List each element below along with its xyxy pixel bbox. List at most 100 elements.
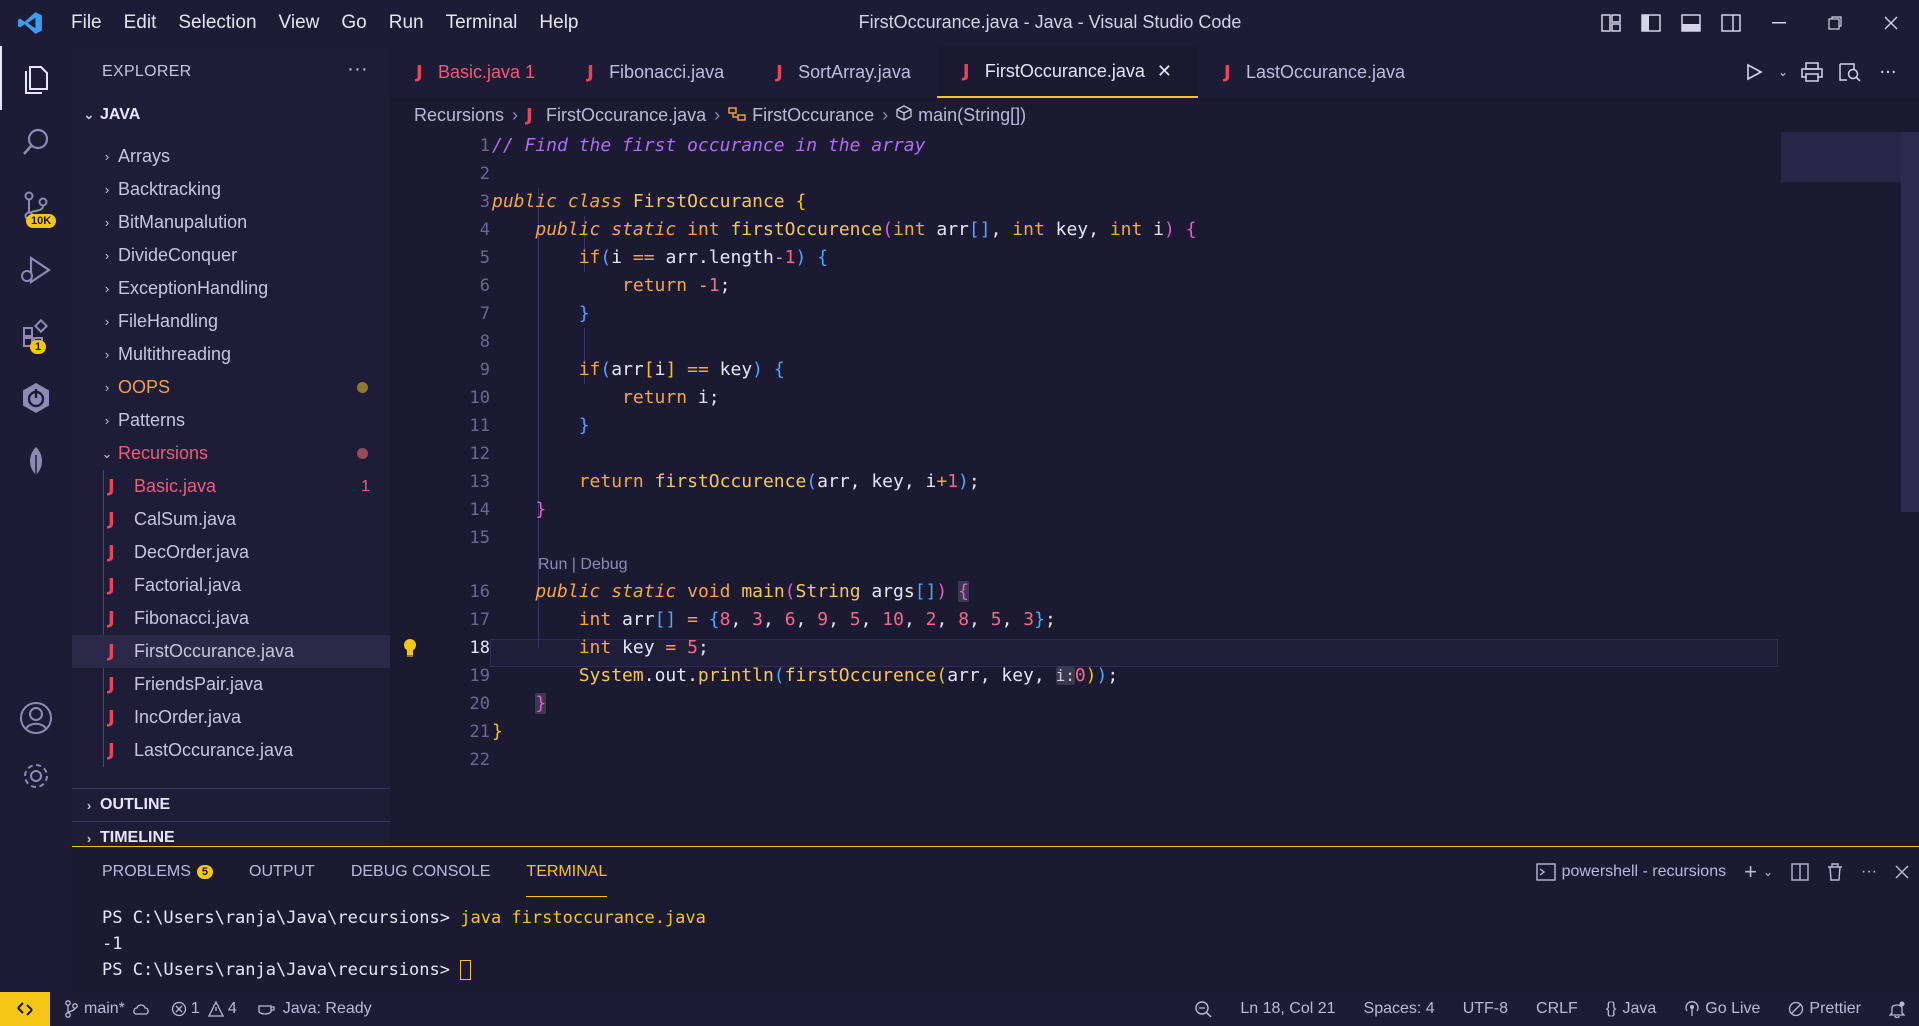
tab-fibonacci-java[interactable]: J Fibonacci.java (561, 46, 750, 98)
more-actions-icon[interactable]: ··· (347, 58, 368, 81)
file-decorder-java[interactable]: J DecOrder.java (72, 536, 390, 569)
terminal-line[interactable]: PS C:\Users\ranja\Java\recursions> (72, 957, 1919, 983)
file-factorial-java[interactable]: J Factorial.java (72, 569, 390, 602)
menu-terminal[interactable]: Terminal (435, 0, 529, 46)
more-editor-actions-icon[interactable]: ··· (1869, 62, 1907, 83)
file-calsum-java[interactable]: J CalSum.java (72, 503, 390, 536)
java-status[interactable]: Java: Ready (257, 1000, 372, 1018)
prettier-status[interactable]: Prettier (1788, 1000, 1861, 1018)
outline-section[interactable]: › OUTLINE (72, 788, 390, 821)
remote-indicator-icon[interactable] (0, 992, 50, 1026)
tab-firstoccurance-java[interactable]: J FirstOccurance.java ✕ (936, 46, 1198, 98)
class-symbol-icon (728, 105, 746, 126)
split-terminal-icon[interactable] (1791, 863, 1809, 881)
folder-patterns[interactable]: › Patterns (72, 404, 390, 437)
close-window-icon[interactable] (1863, 0, 1919, 46)
tab-terminal[interactable]: TERMINAL (526, 847, 608, 897)
encoding[interactable]: UTF-8 (1463, 1000, 1508, 1018)
menu-edit[interactable]: Edit (113, 0, 168, 46)
file-friendspair-java[interactable]: J FriendsPair.java (72, 668, 390, 701)
tab-output[interactable]: OUTPUT (249, 847, 315, 897)
line-ending[interactable]: CRLF (1536, 1000, 1578, 1018)
tab-label: Fibonacci.java (609, 61, 725, 82)
editor-scrollbar[interactable] (1901, 132, 1919, 512)
notifications-bell-icon[interactable] (1889, 1000, 1905, 1018)
folder-divideconquer[interactable]: › DivideConquer (72, 239, 390, 272)
folder-multithreading[interactable]: › Multithreading (72, 338, 390, 371)
breadcrumb-method[interactable]: main(String[]) (918, 105, 1026, 126)
toggle-secondary-sidebar-icon[interactable] (1711, 0, 1751, 46)
close-panel-icon[interactable] (1895, 865, 1909, 879)
menu-view[interactable]: View (268, 0, 331, 46)
branch-status[interactable]: main* (64, 1000, 151, 1018)
tab-debug-console[interactable]: DEBUG CONSOLE (351, 847, 491, 897)
minimap[interactable] (1781, 132, 1901, 182)
menu-help[interactable]: Help (528, 0, 589, 46)
run-debug-icon[interactable] (0, 238, 72, 302)
file-fibonacci-java[interactable]: J Fibonacci.java (72, 602, 390, 635)
language-mode[interactable]: {} Java (1606, 1000, 1656, 1018)
menu-go[interactable]: Go (330, 0, 377, 46)
file-label: FirstOccurance.java (134, 641, 295, 661)
menu-run[interactable]: Run (378, 0, 435, 46)
menu-selection[interactable]: Selection (167, 0, 267, 46)
menu-file[interactable]: File (60, 0, 113, 46)
zoom-icon[interactable] (1194, 1000, 1212, 1018)
workspace-section-java[interactable]: ⌄ JAVA (72, 98, 390, 132)
folder-recursions[interactable]: ⌄ Recursions (72, 437, 390, 470)
folder-oops[interactable]: › OOPS (72, 371, 390, 404)
customize-layout-icon[interactable] (1591, 0, 1631, 46)
go-live-button[interactable]: Go Live (1684, 1000, 1760, 1018)
close-tab-icon[interactable]: ✕ (1157, 61, 1172, 82)
java-file-icon: J (108, 707, 115, 728)
terminal-name: powershell - recursions (1561, 863, 1727, 880)
tab-lastoccurance-java[interactable]: J LastOccurance.java (1198, 46, 1431, 98)
extensions-icon[interactable]: 1 (0, 302, 72, 366)
source-control-icon[interactable]: 10K (0, 174, 72, 238)
tab-problems[interactable]: PROBLEMS 5 (102, 847, 214, 897)
terminal-instance[interactable]: powershell - recursions (1535, 863, 1727, 881)
folder-arrays[interactable]: › Arrays (72, 140, 390, 173)
trash-icon[interactable] (1827, 863, 1843, 881)
account-icon[interactable] (0, 686, 72, 750)
file-incorder-java[interactable]: J IncOrder.java (72, 701, 390, 734)
run-dropdown-chevron-icon[interactable]: ⌄ (1773, 65, 1793, 79)
breadcrumb-file[interactable]: FirstOccurance.java (546, 105, 706, 126)
line-number: 7 (479, 304, 490, 324)
problems-status[interactable]: 1 4 (171, 1000, 237, 1018)
terminal-dropdown-chevron-icon[interactable]: ⌄ (1763, 865, 1773, 879)
tab-basic-java[interactable]: J Basic.java 1 (390, 46, 561, 98)
open-preview-icon[interactable] (1831, 62, 1869, 82)
file-lastoccurance-java[interactable]: J LastOccurance.java (72, 734, 390, 767)
folder-filehandling[interactable]: › FileHandling (72, 305, 390, 338)
folder-exceptionhandling[interactable]: › ExceptionHandling (72, 272, 390, 305)
file-firstoccurance-java[interactable]: J FirstOccurance.java (72, 635, 390, 668)
search-icon[interactable] (0, 110, 72, 174)
remote-power-icon[interactable] (0, 366, 72, 430)
minimize-icon[interactable] (1751, 0, 1807, 46)
breadcrumb-folder[interactable]: Recursions (414, 105, 504, 126)
run-icon[interactable] (1735, 63, 1773, 81)
folder-bitmanupalution[interactable]: › BitManupalution (72, 206, 390, 239)
folder-backtracking[interactable]: › Backtracking (72, 173, 390, 206)
print-icon[interactable] (1793, 62, 1831, 82)
manage-gear-icon[interactable] (0, 744, 72, 808)
explorer-icon[interactable] (0, 46, 72, 110)
run-debug-codelens[interactable]: Run | Debug (538, 556, 628, 574)
line-number: 6 (479, 276, 490, 296)
file-basic-java[interactable]: J Basic.java 1 (72, 470, 390, 503)
restore-icon[interactable] (1807, 0, 1863, 46)
lightbulb-icon[interactable] (402, 638, 418, 662)
code-editor[interactable]: 1 2 3 4 5 6 7 8 9 10 11 12 13 14 15 16 1… (390, 132, 1919, 846)
breadcrumb-class[interactable]: FirstOccurance (752, 105, 874, 126)
tab-sortarray-java[interactable]: J SortArray.java (750, 46, 937, 98)
indentation[interactable]: Spaces: 4 (1364, 1000, 1435, 1018)
cursor-position[interactable]: Ln 18, Col 21 (1240, 1000, 1335, 1018)
leaf-database-icon[interactable] (0, 430, 72, 494)
editor-actions: ⌄ ··· (1735, 46, 1919, 98)
toggle-sidebar-icon[interactable] (1631, 0, 1671, 46)
toggle-panel-icon[interactable] (1671, 0, 1711, 46)
more-panel-actions-icon[interactable]: ··· (1861, 863, 1877, 881)
folder-label: ExceptionHandling (118, 278, 269, 298)
new-terminal-plus-icon[interactable]: + (1744, 859, 1757, 885)
